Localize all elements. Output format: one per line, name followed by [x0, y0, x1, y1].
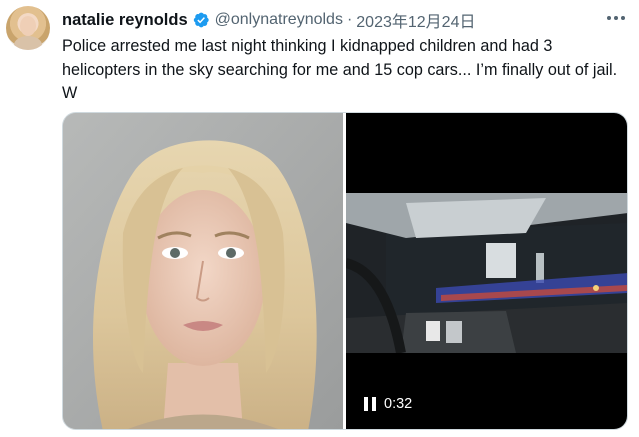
pause-icon[interactable]	[364, 397, 376, 411]
tweet-header: natalie reynolds @onlynatreynolds · 2023…	[62, 8, 475, 32]
tweet-text: Police arrested me last night thinking I…	[62, 37, 618, 102]
mugshot-illustration	[63, 113, 343, 429]
user-handle[interactable]: @onlynatreynolds	[215, 11, 343, 29]
avatar[interactable]	[6, 6, 50, 50]
mugshot-photo[interactable]	[63, 113, 343, 429]
tweet-date[interactable]: 2023年12月24日	[356, 8, 475, 32]
display-name[interactable]: natalie reynolds	[62, 11, 188, 30]
media-grid: 0:32	[62, 112, 628, 430]
video-thumbnail	[346, 193, 627, 353]
tweet: natalie reynolds @onlynatreynolds · 2023…	[0, 0, 639, 437]
video-controls[interactable]: 0:32	[364, 396, 412, 412]
verified-badge-icon	[193, 12, 209, 28]
video-duration: 0:32	[384, 396, 413, 412]
separator-dot: ·	[346, 11, 353, 28]
more-options-icon[interactable]	[604, 8, 628, 28]
video-player[interactable]: 0:32	[346, 113, 627, 429]
